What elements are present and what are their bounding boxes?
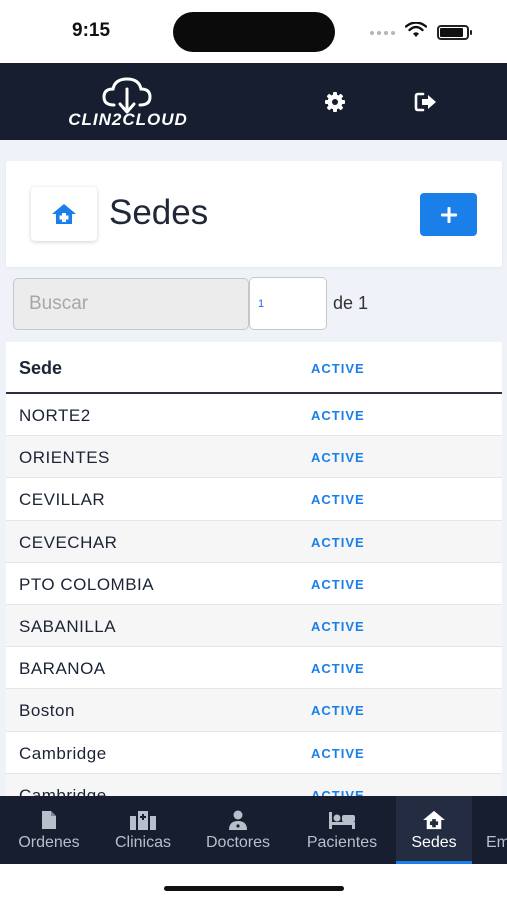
- add-sede-button[interactable]: [420, 193, 477, 236]
- status-badge: ACTIVE: [311, 492, 365, 508]
- status-badge: ACTIVE: [311, 661, 365, 677]
- cloud-download-icon: [102, 77, 152, 114]
- sede-name: CEVILLAR: [19, 490, 106, 510]
- status-badge: ACTIVE: [311, 703, 365, 719]
- battery-icon: [437, 25, 472, 40]
- status-badge: ACTIVE: [311, 618, 365, 634]
- tab-ordenes[interactable]: Ordenes: [0, 796, 98, 864]
- sede-name: PTO COLOMBIA: [19, 574, 155, 594]
- column-header-status[interactable]: ACTIVE: [311, 361, 365, 376]
- settings-button[interactable]: [323, 90, 347, 114]
- status-indicators: [370, 21, 472, 43]
- table-row[interactable]: ORIENTES ACTIVE: [6, 436, 502, 479]
- status-badge: ACTIVE: [311, 450, 365, 466]
- page-header-card: Sedes: [6, 161, 502, 267]
- table-row[interactable]: BARANOA ACTIVE: [6, 647, 502, 690]
- tab-label: Ordenes: [18, 834, 80, 851]
- dynamic-island: [173, 12, 335, 52]
- status-badge: ACTIVE: [311, 408, 365, 423]
- gear-icon: [325, 92, 345, 112]
- wifi-icon: [404, 21, 428, 43]
- tab-label: Em: [486, 834, 507, 851]
- tab-clinicas[interactable]: Clinicas: [98, 796, 188, 864]
- sede-name: Boston: [19, 701, 75, 721]
- sede-name: SABANILLA: [19, 616, 117, 636]
- app-header: CLIN2CLOUD: [0, 63, 507, 140]
- page-icon-box: [31, 187, 97, 241]
- status-badge: ACTIVE: [311, 534, 365, 550]
- search-input[interactable]: [13, 278, 249, 330]
- page-count-label: de 1: [333, 293, 369, 313]
- table-row[interactable]: SABANILLA ACTIVE: [6, 604, 502, 648]
- clinic-home-icon: [423, 810, 445, 830]
- home-indicator-area: [0, 864, 507, 900]
- page-number-input[interactable]: [249, 277, 327, 330]
- main-content: Sedes de 1 Sede ACTIVE NORTE2ACTIVEORIEN…: [0, 140, 507, 796]
- table-header: Sede ACTIVE: [6, 342, 502, 394]
- clinic-home-icon: [52, 204, 76, 224]
- tab-label: Doctores: [205, 834, 271, 851]
- doctor-icon: [229, 810, 247, 830]
- table-row[interactable]: CEVECHAR ACTIVE: [6, 520, 502, 563]
- logout-button[interactable]: [414, 90, 438, 114]
- tab-label: Sedes: [411, 834, 457, 851]
- table-row[interactable]: Boston ACTIVE: [6, 689, 502, 732]
- logo-text: CLIN2CLOUD: [68, 110, 188, 129]
- table-row[interactable]: PTO COLOMBIA ACTIVE: [6, 563, 502, 605]
- sede-name: BARANOA: [19, 659, 106, 679]
- tab-sedes[interactable]: Sedes: [396, 796, 472, 864]
- table-row[interactable]: NORTE2 ACTIVE: [6, 394, 502, 437]
- document-icon: [42, 811, 56, 829]
- cellular-signal-icon: [370, 30, 395, 35]
- table-row[interactable]: Cambridge ACTIVE: [6, 732, 502, 774]
- page-title: Sedes: [109, 193, 209, 232]
- table-body: NORTE2 ACTIVE ORIENTES ACTIVE CEVILLAR ACTIVE…: [6, 394, 502, 796]
- table-row[interactable]: Cambridge ACTIVE: [6, 773, 502, 796]
- home-indicator[interactable]: [164, 886, 344, 891]
- sede-name: NORTE2: [19, 406, 91, 425]
- plus-icon: [440, 206, 457, 223]
- tab-pacientes[interactable]: Pacientes: [288, 796, 396, 864]
- clinic-building-icon: [130, 811, 156, 830]
- tab-label: Pacientes: [306, 834, 378, 851]
- sede-name: Cambridge: [19, 785, 107, 796]
- tab-label: Clinicas: [114, 834, 171, 851]
- bed-icon: [329, 812, 355, 829]
- sede-name: ORIENTES: [19, 448, 110, 468]
- sede-name: CEVECHAR: [19, 532, 118, 552]
- logout-icon: [414, 92, 436, 112]
- tab-em-truncated[interactable]: Em: [472, 796, 507, 864]
- status-badge: ACTIVE: [311, 745, 365, 761]
- tab-doctores[interactable]: Doctores: [188, 796, 288, 864]
- sede-name: Cambridge: [19, 743, 107, 763]
- bottom-tab-bar: Ordenes Clinicas Doctores Pacientes Sede…: [0, 796, 507, 864]
- status-time: 9:15: [72, 20, 111, 41]
- app-logo: CLIN2CLOUD: [48, 71, 208, 135]
- table-row[interactable]: CEVILLAR ACTIVE: [6, 478, 502, 521]
- status-badge: ACTIVE: [311, 787, 365, 796]
- status-bar: 9:15: [0, 0, 507, 63]
- column-header-sede[interactable]: Sede: [19, 358, 62, 379]
- status-badge: ACTIVE: [311, 576, 365, 592]
- sedes-table: Sede ACTIVE NORTE2 ACTIVE ORIENTES ACTIVE CE…: [6, 342, 502, 796]
